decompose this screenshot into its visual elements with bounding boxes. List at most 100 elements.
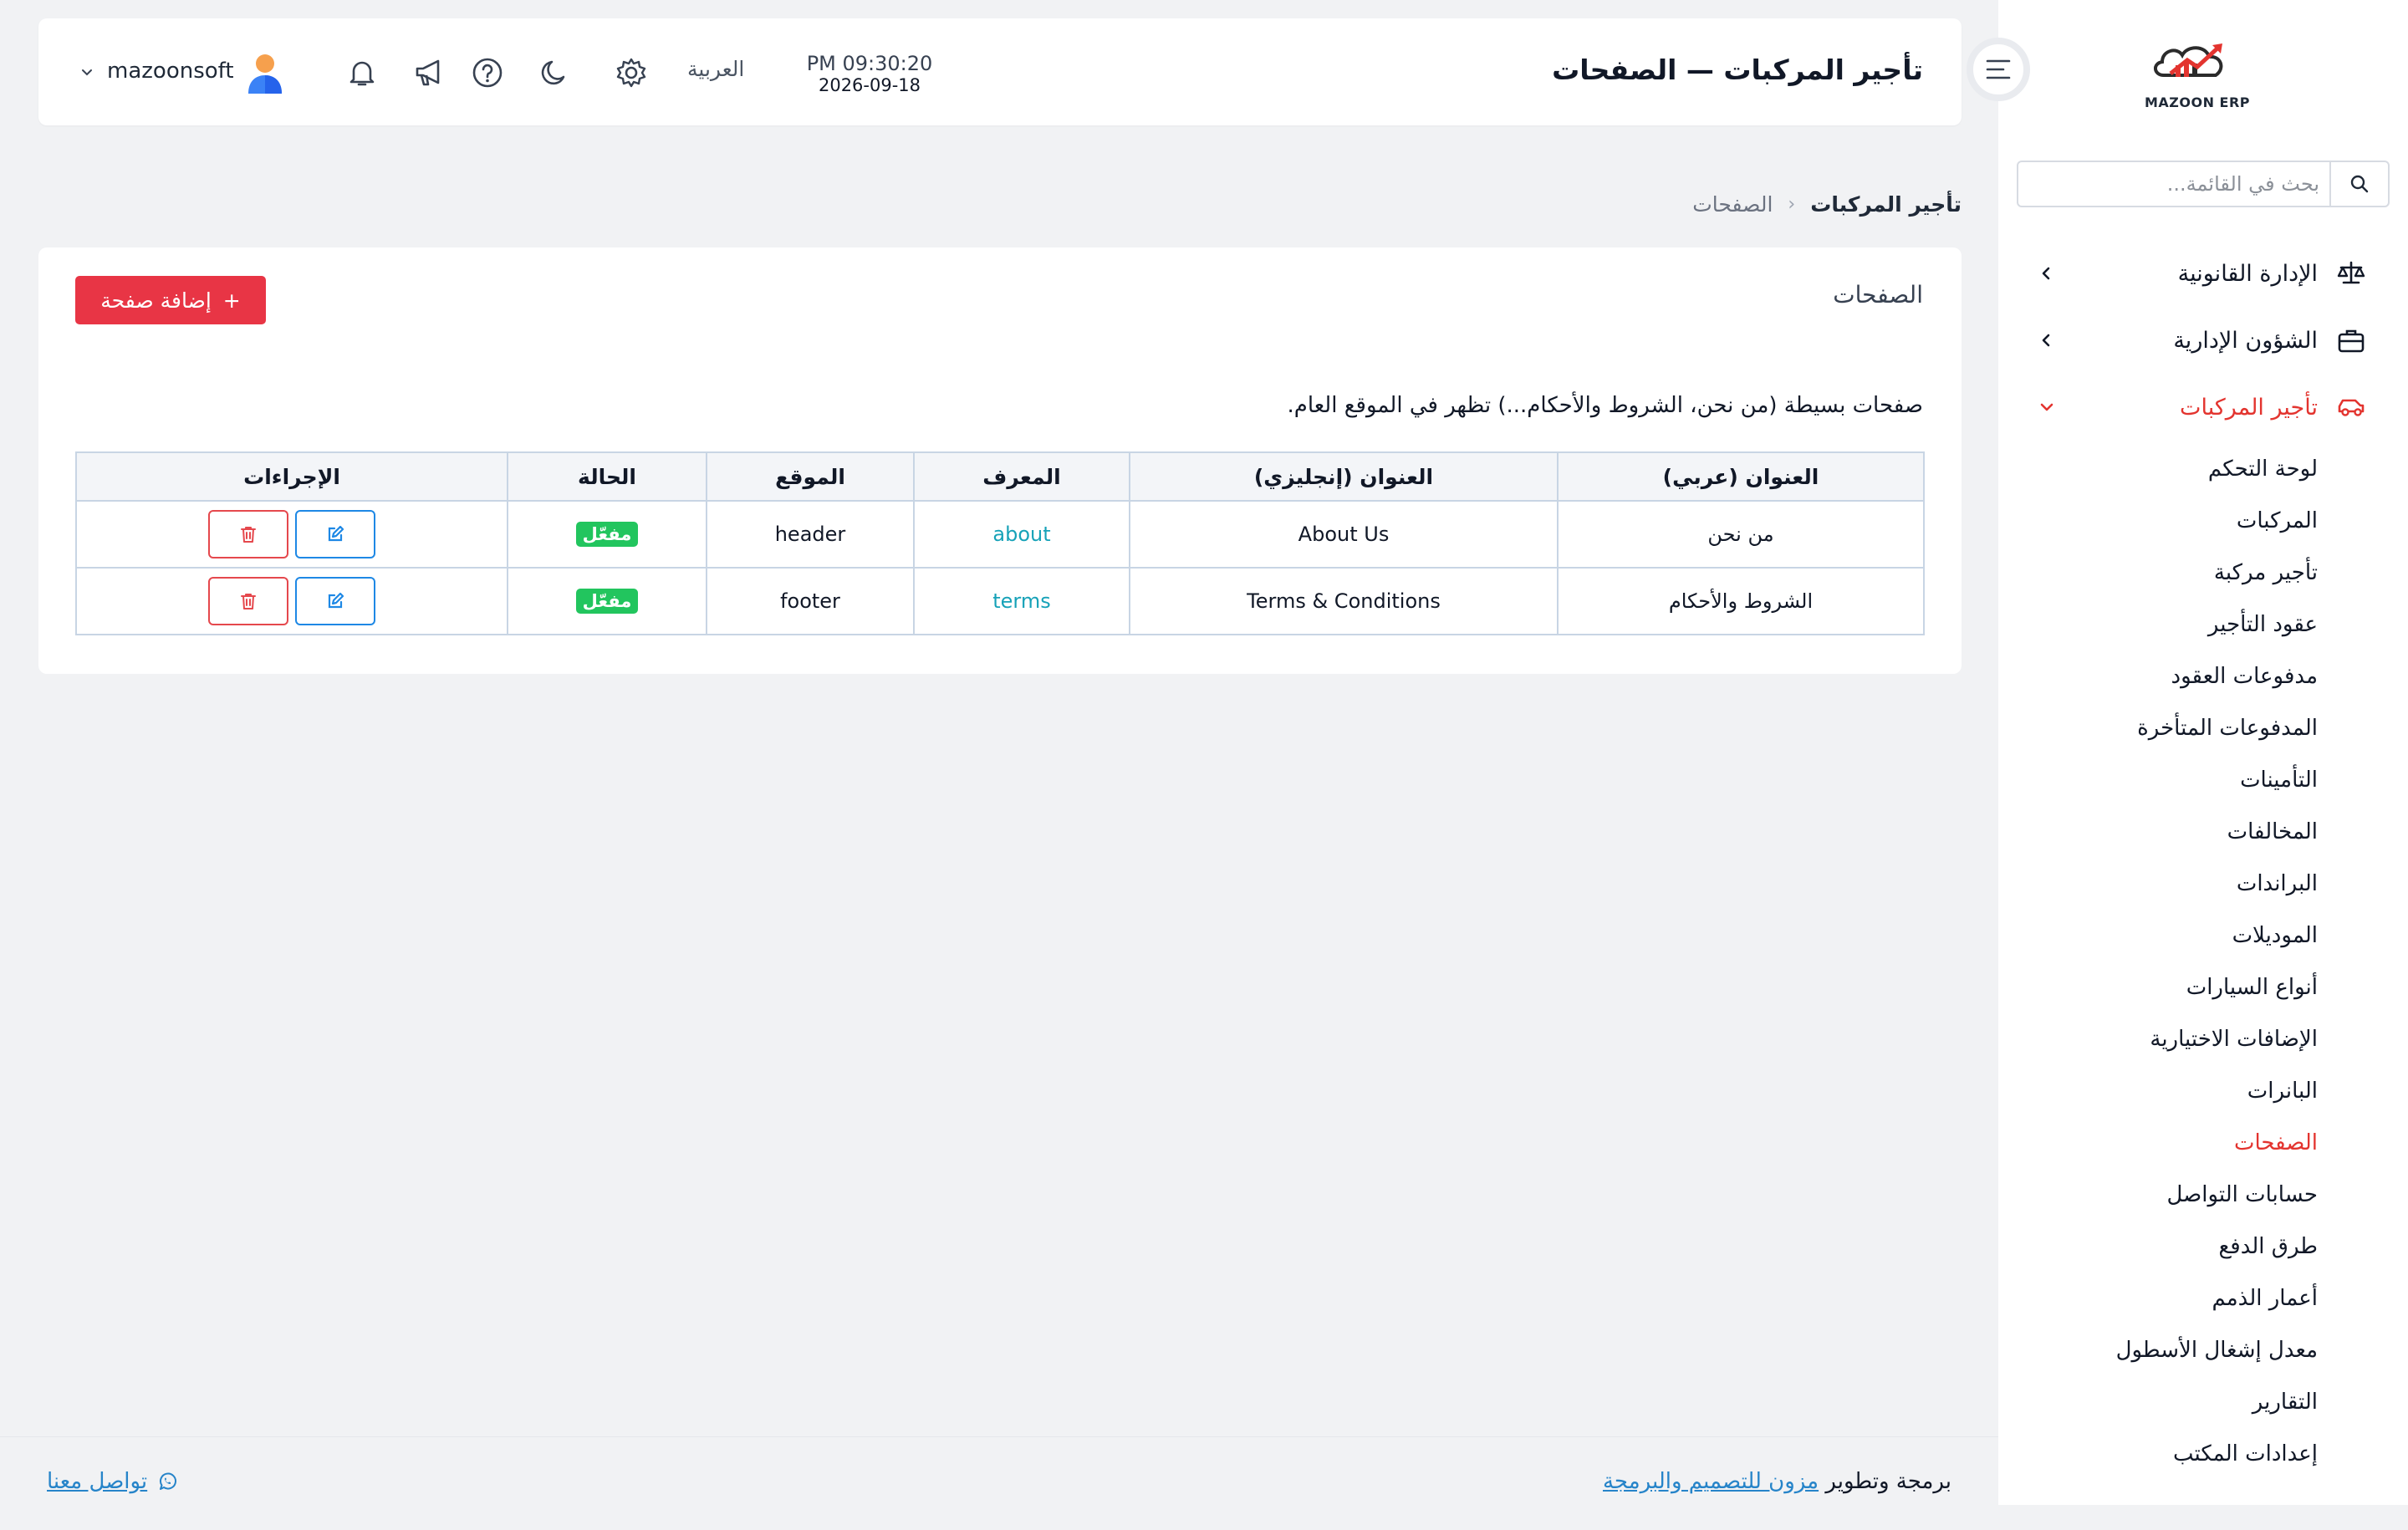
scales-icon [2336,258,2366,288]
chevron-left-icon [2032,258,2062,288]
sidebar-item-models[interactable]: الموديلات [2033,915,2318,956]
card-title: الصفحات [1833,281,1923,309]
sidebar-item-violations[interactable]: المخالفات [2033,811,2318,853]
clock-time: PM 09:30:20 [806,52,933,75]
whatsapp-icon [160,1472,177,1490]
add-page-button[interactable]: + إضافة صفحة [75,276,266,324]
sidebar-item-office-settings[interactable]: إعدادات المكتب [2033,1433,2318,1475]
sidebar-group-label: الإدارة القانونية [2177,260,2318,287]
column-header[interactable]: العنوان (إنجليزي) [1129,451,1559,502]
chevron-down-icon[interactable] [79,64,95,80]
moon-icon[interactable] [537,55,572,90]
status-badge: مفعّل [575,522,639,547]
sidebar-item-dashboard[interactable]: لوحة التحكم [2033,448,2318,490]
cell-position: footer [706,567,915,635]
sidebar: MAZOON ERP الإدارة القانونية [1998,0,2408,1505]
cell-title-en: Terms & Conditions [1129,567,1559,635]
sidebar-item-optional-extras[interactable]: الإضافات الاختيارية [2033,1018,2318,1060]
footer-company-link[interactable]: مزون للتصميم والبرمجة [1603,1469,1819,1494]
cell-status: مفعّل [507,500,707,569]
edit-icon [328,525,344,542]
delete-button[interactable] [208,510,288,558]
sidebar-item-banners[interactable]: البانرات [2033,1070,2318,1112]
slug-link[interactable]: terms [992,589,1051,613]
sidebar-search [2017,161,2390,207]
logo-mark-icon [2154,43,2223,77]
sidebar-group-label: الشؤون الإدارية [2173,327,2318,354]
cell-title-en: About Us [1129,500,1559,569]
menu-icon [1986,59,2011,79]
contact-us-link[interactable]: تواصل معنا [47,1469,177,1494]
status-badge: مفعّل [575,589,639,614]
sidebar-item-rental-contracts[interactable]: عقود التأجير [2033,604,2318,645]
avatar[interactable] [246,52,284,95]
pages-card: الصفحات + إضافة صفحة صفحات بسيطة (من نحن… [38,247,1962,674]
sidebar-item-social-accounts[interactable]: حسابات التواصل [2033,1174,2318,1216]
breadcrumb: تأجير المركبات ‹ الصفحات [1692,192,1962,217]
sidebar-item-payment-methods[interactable]: طرق الدفع [2033,1226,2318,1267]
app-logo[interactable]: MAZOON ERP [2139,35,2256,112]
clock-date: 2026-09-18 [818,75,921,95]
delete-button[interactable] [208,577,288,625]
sidebar-group-admin[interactable]: الشؤون الإدارية [2032,317,2366,364]
column-header[interactable]: المعرف [913,451,1130,502]
cell-actions [75,500,508,569]
sidebar-item-car-types[interactable]: أنواع السيارات [2033,966,2318,1008]
sidebar-item-brands[interactable]: البراندات [2033,863,2318,905]
sidebar-item-contract-payments[interactable]: مدفوعات العقود [2033,655,2318,697]
bell-icon[interactable] [344,55,380,90]
sidebar-item-receivables-aging[interactable]: أعمار الذمم [2033,1278,2318,1319]
edit-icon [328,592,344,609]
user-name[interactable]: mazoonsoft [107,59,234,84]
sidebar-item-fleet-utilization[interactable]: معدل إشغال الأسطول [2033,1329,2318,1371]
top-header: تأجير المركبات — الصفحات PM 09:30:20 202… [38,18,1962,125]
sidebar-item-insurances[interactable]: التأمينات [2033,759,2318,801]
search-icon [2350,175,2369,193]
clock: PM 09:30:20 2026-09-18 [794,52,945,95]
cell-title-ar: الشروط والأحكام [1557,567,1925,635]
trash-icon [241,594,256,609]
sidebar-item-reports[interactable]: التقارير [2033,1381,2318,1423]
settings-icon[interactable] [614,55,649,90]
breadcrumb-root[interactable]: تأجير المركبات [1810,192,1962,217]
contact-us-label: تواصل معنا [47,1469,148,1494]
add-page-label: إضافة صفحة [100,288,212,313]
sidebar-item-late-payments[interactable]: المدفوعات المتأخرة [2033,707,2318,749]
chevron-down-icon [2032,392,2062,422]
sidebar-group-label: تأجير المركبات [2180,394,2318,421]
edit-button[interactable] [295,510,375,558]
cell-status: مفعّل [507,567,707,635]
sidebar-search-input[interactable] [2037,162,2321,206]
cell-title-ar: من نحن [1557,500,1925,569]
breadcrumb-current: الصفحات [1692,192,1773,217]
sidebar-search-button[interactable] [2329,162,2388,206]
footer: برمجة وتطوير مزون للتصميم والبرمجة تواصل… [0,1436,1998,1530]
page-title: تأجير المركبات — الصفحات [1552,54,1923,86]
column-header[interactable]: العنوان (عربي) [1557,451,1925,502]
column-header[interactable]: الموقع [706,451,915,502]
megaphone-icon[interactable] [411,55,446,90]
column-header[interactable]: الحالة [507,451,707,502]
column-header: الإجراءات [75,451,508,502]
sidebar-toggle-button[interactable] [1967,38,2030,101]
card-description: صفحات بسيطة (من نحن، الشروط والأحكام...)… [1287,393,1923,418]
breadcrumb-separator: ‹ [1788,194,1796,215]
sidebar-item-pages[interactable]: الصفحات [2033,1122,2318,1164]
sidebar-group-vehicle-rental[interactable]: تأجير المركبات [2032,384,2366,431]
logo-text: MAZOON ERP [2144,94,2251,110]
chevron-left-icon [2032,325,2062,355]
sidebar-item-rent-vehicle[interactable]: تأجير مركبة [2033,552,2318,594]
table-header-row: العنوان (عربي) العنوان (إنجليزي) المعرف … [75,451,1925,502]
table-row: الشروط والأحكام Terms & Conditions terms… [75,567,1925,635]
edit-button[interactable] [295,577,375,625]
trash-icon [241,527,256,543]
language-switch[interactable]: العربية [687,57,744,81]
footer-credit: برمجة وتطوير مزون للتصميم والبرمجة [1603,1469,1951,1494]
cell-position: header [706,500,915,569]
sidebar-group-legal[interactable]: الإدارة القانونية [2032,250,2366,297]
briefcase-icon [2336,325,2366,355]
slug-link[interactable]: about [992,523,1050,546]
help-icon[interactable] [470,55,505,90]
pages-table: العنوان (عربي) العنوان (إنجليزي) المعرف … [75,451,1925,635]
sidebar-item-vehicles[interactable]: المركبات [2033,500,2318,542]
